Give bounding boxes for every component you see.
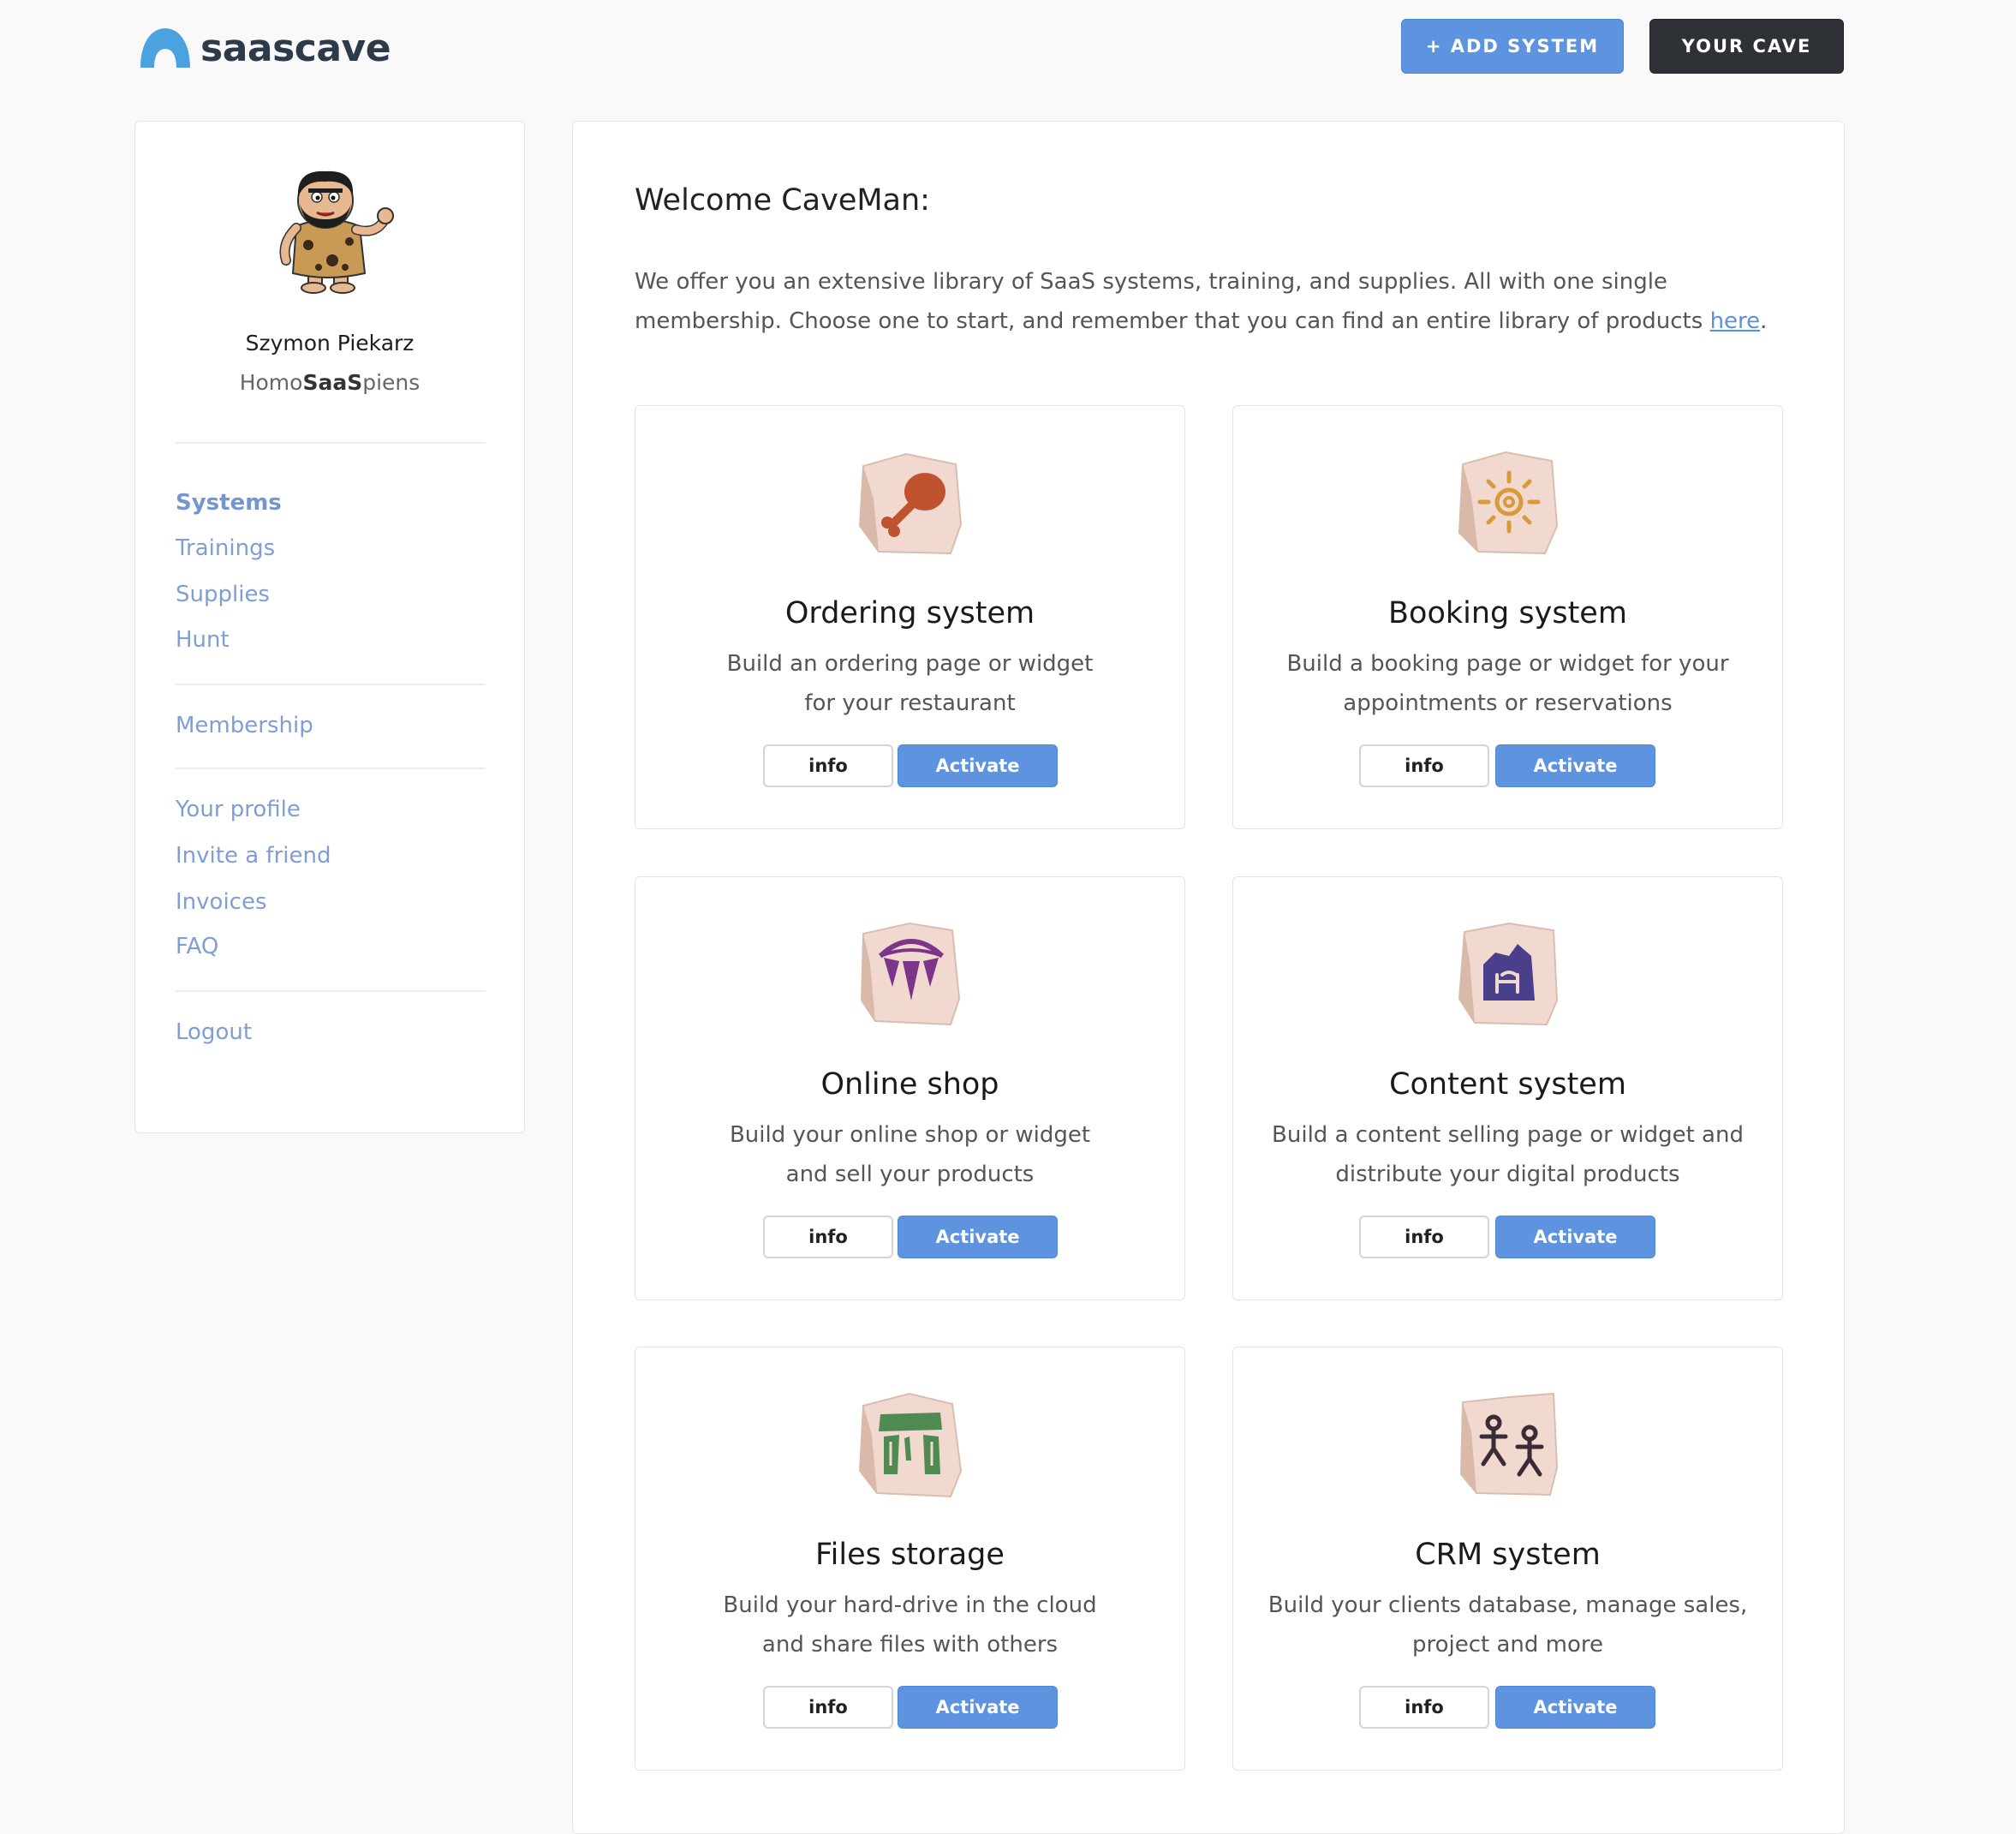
main-panel: Welcome CaveMan: We offer you an extensi… <box>572 121 1845 1834</box>
sun-spiral-icon <box>1458 451 1558 555</box>
card-description: Build a content selling page or widget a… <box>1272 1122 1744 1187</box>
card-title: Booking system <box>1388 596 1627 630</box>
library-link[interactable]: here <box>1710 308 1761 334</box>
nav-trainings[interactable]: Trainings <box>176 535 275 561</box>
nav-invoices[interactable]: Invoices <box>176 889 267 915</box>
caveman-avatar <box>279 170 394 294</box>
stick-figures-icon <box>1459 1392 1558 1496</box>
add-system-button[interactable]: + ADD SYSTEM <box>1401 19 1624 74</box>
info-button[interactable]: info <box>1359 744 1489 787</box>
activate-button[interactable]: Activate <box>898 1686 1058 1729</box>
system-card-online-shop: Online shop Build your online shop or wi… <box>635 876 1185 1300</box>
user-rank: HomoSaaSpiens <box>239 370 420 395</box>
nav-supplies[interactable]: Supplies <box>176 582 270 607</box>
sidebar: Szymon Piekarz HomoSaaSpiens Systems Tra… <box>134 121 525 1133</box>
system-card-crm: CRM system Build your clients database, … <box>1232 1347 1783 1771</box>
drumstick-icon <box>858 452 962 555</box>
nav-hunt[interactable]: Hunt <box>176 627 230 653</box>
sidebar-divider <box>176 768 486 769</box>
card-description: Build an ordering page or widget for your… <box>726 651 1094 716</box>
system-card-content: Content system Build a content selling p… <box>1232 876 1783 1300</box>
card-description: Build a booking page or widget for your a… <box>1286 651 1729 716</box>
fang-necklace-icon <box>860 922 960 1026</box>
card-description: Build your hard-drive in the cloud and sh… <box>723 1592 1097 1658</box>
nav-systems[interactable]: Systems <box>176 490 282 516</box>
card-title: CRM system <box>1415 1538 1601 1572</box>
logo-cave-icon <box>140 28 190 68</box>
intro-text: We offer you an extensive library of Saa… <box>635 269 1768 334</box>
info-button[interactable]: info <box>1359 1216 1489 1258</box>
nav-invite-friend[interactable]: Invite a friend <box>176 843 331 869</box>
sidebar-divider <box>176 990 486 992</box>
system-card-ordering: Ordering system Build an ordering page o… <box>635 405 1185 829</box>
user-name: Szymon Piekarz <box>245 331 415 355</box>
nav-logout[interactable]: Logout <box>176 1019 252 1045</box>
card-title: Files storage <box>815 1538 1005 1572</box>
card-title: Ordering system <box>784 596 1035 630</box>
activate-button[interactable]: Activate <box>898 744 1058 787</box>
nav-membership[interactable]: Membership <box>176 713 313 738</box>
nav-faq[interactable]: FAQ <box>176 934 218 959</box>
stonehenge-icon <box>858 1392 962 1498</box>
logo-text: saascave <box>200 26 391 70</box>
activate-button[interactable]: Activate <box>1495 744 1655 787</box>
sidebar-divider <box>176 442 486 444</box>
your-cave-button[interactable]: YOUR CAVE <box>1649 19 1844 74</box>
card-title: Online shop <box>820 1067 999 1102</box>
info-button[interactable]: info <box>763 1686 893 1729</box>
sidebar-divider <box>176 684 486 685</box>
logo[interactable]: saascave <box>139 22 391 74</box>
activate-button[interactable]: Activate <box>1495 1216 1655 1258</box>
info-button[interactable]: info <box>1359 1686 1489 1729</box>
system-card-booking: Booking system Build a booking page or w… <box>1232 405 1783 829</box>
card-description: Build your clients database, manage sale… <box>1267 1592 1748 1658</box>
cave-painting-icon <box>1458 922 1558 1026</box>
card-description: Build your online shop or widget and sell… <box>729 1122 1091 1187</box>
activate-button[interactable]: Activate <box>898 1216 1058 1258</box>
system-card-files-storage: Files storage Build your hard-drive in t… <box>635 1347 1185 1771</box>
nav-your-profile[interactable]: Your profile <box>176 797 301 822</box>
info-button[interactable]: info <box>763 1216 893 1258</box>
card-title: Content system <box>1389 1067 1626 1102</box>
info-button[interactable]: info <box>763 744 893 787</box>
activate-button[interactable]: Activate <box>1495 1686 1655 1729</box>
welcome-heading: Welcome CaveMan: <box>635 183 930 218</box>
